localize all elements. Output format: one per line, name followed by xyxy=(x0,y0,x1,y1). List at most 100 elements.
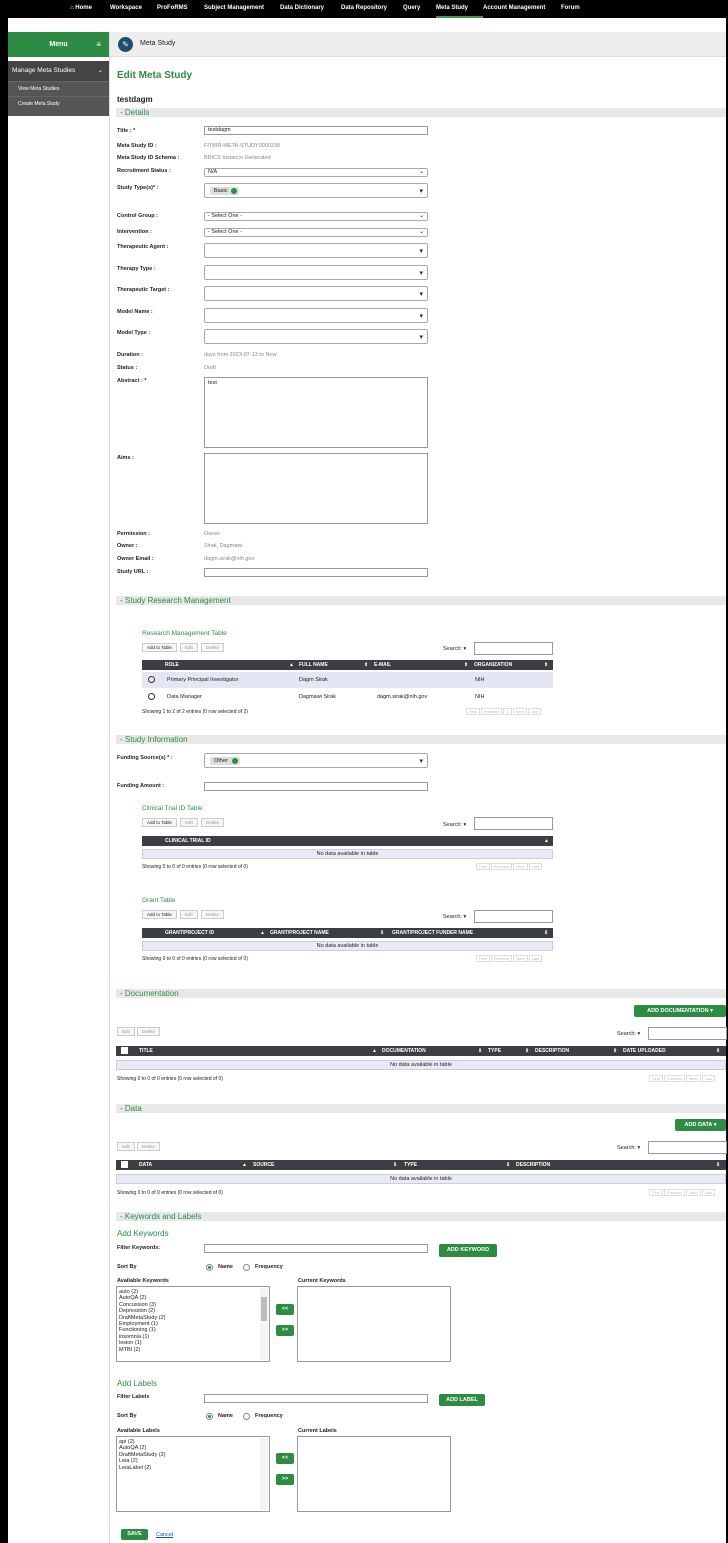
col-description[interactable]: DESCRIPTION xyxy=(516,1162,550,1168)
delete-button[interactable]: Delete xyxy=(137,1027,161,1036)
col-documentation[interactable]: DOCUMENTATION xyxy=(382,1048,426,1054)
remove-tag-icon[interactable] xyxy=(231,188,238,194)
pager-next[interactable]: Next xyxy=(513,955,528,962)
study-type-tag[interactable]: Basic xyxy=(210,187,240,195)
pager-last[interactable]: Last xyxy=(528,955,543,962)
delete-button[interactable]: Delete xyxy=(201,643,225,652)
available-keywords-list[interactable]: auto (2) AutoQA (2) Concussion (3) Depre… xyxy=(116,1286,270,1362)
col-title[interactable]: TITLE xyxy=(139,1048,153,1054)
col-data[interactable]: DATA xyxy=(139,1162,152,1168)
add-data-button[interactable]: ADD DATA ▾ xyxy=(675,1119,726,1131)
abstract-textarea[interactable]: test xyxy=(204,377,428,448)
sort-icon[interactable]: ⇕ xyxy=(393,1162,397,1168)
pager-page[interactable]: 1 xyxy=(503,708,512,715)
section-details[interactable]: - Details xyxy=(116,108,726,117)
title-input[interactable]: testdagm xyxy=(204,126,428,135)
model-type-select[interactable]: ▾ xyxy=(204,329,428,344)
col-clinical-trial-id[interactable]: CLINICAL TRIAL ID xyxy=(165,838,211,844)
col-grant-funder-name[interactable]: GRANT/PROJECT FUNDER NAME xyxy=(392,930,473,936)
funding-source-tag[interactable]: Other xyxy=(210,757,240,765)
sort-asc-icon[interactable]: ▲ xyxy=(544,838,549,844)
col-full-name[interactable]: FULL NAME xyxy=(299,662,328,668)
edit-button[interactable]: Edit xyxy=(117,1027,135,1036)
row-radio[interactable] xyxy=(148,676,155,683)
edit-button[interactable]: Edit xyxy=(117,1142,135,1151)
add-documentation-button[interactable]: ADD DOCUMENTATION ▾ xyxy=(634,1005,726,1017)
save-button[interactable]: SAVE xyxy=(121,1529,148,1540)
funding-amount-input[interactable] xyxy=(204,782,428,791)
sort-icon[interactable]: ⇕ xyxy=(716,1048,720,1054)
select-all-checkbox[interactable] xyxy=(121,1047,128,1054)
move-left-button[interactable]: << xyxy=(276,1304,294,1315)
available-labels-list[interactable]: api (2) AutoQA (2) DraftMetaStudy (2) Le… xyxy=(116,1436,270,1512)
recruitment-status-select[interactable]: N/A ⌄ xyxy=(204,168,428,177)
sort-icon[interactable]: ⇕ xyxy=(506,1162,510,1168)
col-role[interactable]: ROLE xyxy=(165,662,179,668)
pager-last[interactable]: Last xyxy=(528,863,543,870)
col-source[interactable]: SOURCE xyxy=(253,1162,274,1168)
control-group-select[interactable]: - Select One - ⌄ xyxy=(204,212,428,221)
move-right-button[interactable]: >> xyxy=(276,1474,294,1485)
col-type[interactable]: TYPE xyxy=(404,1162,417,1168)
sort-icon[interactable]: ⇕ xyxy=(544,662,548,668)
sort-asc-icon[interactable]: ▲ xyxy=(260,930,265,936)
sort-icon[interactable]: ⇕ xyxy=(364,662,368,668)
current-keywords-list[interactable] xyxy=(297,1286,451,1362)
sort-icon[interactable]: ⇕ xyxy=(613,1048,617,1054)
nav-query[interactable]: Query xyxy=(403,5,420,11)
pager-previous[interactable]: Previous xyxy=(480,708,503,715)
col-email[interactable]: E-MAIL xyxy=(374,662,391,668)
delete-button[interactable]: Delete xyxy=(201,910,225,919)
remove-tag-icon[interactable] xyxy=(231,758,238,764)
sort-frequency-radio[interactable] xyxy=(243,1413,250,1420)
filter-labels-input[interactable] xyxy=(204,1394,428,1403)
pager-next[interactable]: Next xyxy=(686,1189,701,1196)
row-radio[interactable] xyxy=(148,693,155,700)
sort-frequency-radio[interactable] xyxy=(243,1264,250,1271)
pager-previous[interactable]: Previous xyxy=(663,1189,686,1196)
move-left-button[interactable]: << xyxy=(276,1453,294,1464)
pager-previous[interactable]: Previous xyxy=(490,863,513,870)
nav-proforms[interactable]: ProFoRMS xyxy=(157,5,188,11)
sidebar-menu-header[interactable]: Menu ≡ xyxy=(8,32,109,57)
nav-account-management[interactable]: Account Management xyxy=(483,5,545,11)
sidebar-group-manage-meta-studies[interactable]: Manage Meta Studies ⌄ xyxy=(8,61,109,81)
therapy-type-select[interactable]: ▾ xyxy=(204,265,428,280)
sort-name-radio[interactable] xyxy=(206,1264,213,1271)
add-to-table-button[interactable]: Add to Table xyxy=(142,818,177,827)
nav-data-repository[interactable]: Data Repository xyxy=(341,5,387,11)
section-keywords-labels[interactable]: - Keywords and Labels xyxy=(116,1212,726,1221)
search-input[interactable] xyxy=(474,910,553,923)
search-input[interactable] xyxy=(474,642,553,655)
nav-data-dictionary[interactable]: Data Dictionary xyxy=(280,5,324,11)
scrollbar-thumb[interactable] xyxy=(261,1297,267,1321)
col-type[interactable]: TYPE xyxy=(488,1048,501,1054)
sort-icon[interactable]: ⇕ xyxy=(525,1048,529,1054)
pager-last[interactable]: Last xyxy=(527,708,542,715)
list-scrollbar[interactable] xyxy=(260,1438,268,1510)
nav-home[interactable]: ⌂ Home xyxy=(70,5,92,11)
nav-forum[interactable]: Forum xyxy=(561,5,580,11)
add-to-table-button[interactable]: Add to Table xyxy=(142,910,177,919)
move-right-button[interactable]: >> xyxy=(276,1325,294,1336)
list-item[interactable]: LeiaLabel (2) xyxy=(119,1465,267,1471)
table-row[interactable]: Data Manager Dagmawi Sirak dagm.sirak@ni… xyxy=(142,689,553,705)
pager-next[interactable]: Next xyxy=(512,708,527,715)
sidebar-item-create-meta-study[interactable]: Create Meta Study xyxy=(8,96,109,111)
pager-next[interactable]: Next xyxy=(686,1075,701,1082)
therapeutic-target-select[interactable]: ▾ xyxy=(204,286,428,301)
add-label-button[interactable]: ADD LABEL xyxy=(439,1394,485,1406)
nav-subject-management[interactable]: Subject Management xyxy=(204,5,264,11)
double-chevron-icon[interactable]: ≡ xyxy=(96,32,101,57)
sort-icon[interactable]: ⇕ xyxy=(464,662,468,668)
current-labels-list[interactable] xyxy=(297,1436,451,1512)
sidebar-item-view-meta-studies[interactable]: View Meta Studies xyxy=(8,81,109,96)
pager-previous[interactable]: Previous xyxy=(490,955,513,962)
pager-first[interactable]: First xyxy=(476,863,490,870)
edit-button[interactable]: Edit xyxy=(180,643,198,652)
edit-button[interactable]: Edit xyxy=(180,818,198,827)
delete-button[interactable]: Delete xyxy=(137,1142,161,1151)
sort-asc-icon[interactable]: ▲ xyxy=(372,1048,377,1054)
col-grant-project-id[interactable]: GRANT/PROJECT ID xyxy=(165,930,214,936)
pager-last[interactable]: Last xyxy=(701,1075,716,1082)
